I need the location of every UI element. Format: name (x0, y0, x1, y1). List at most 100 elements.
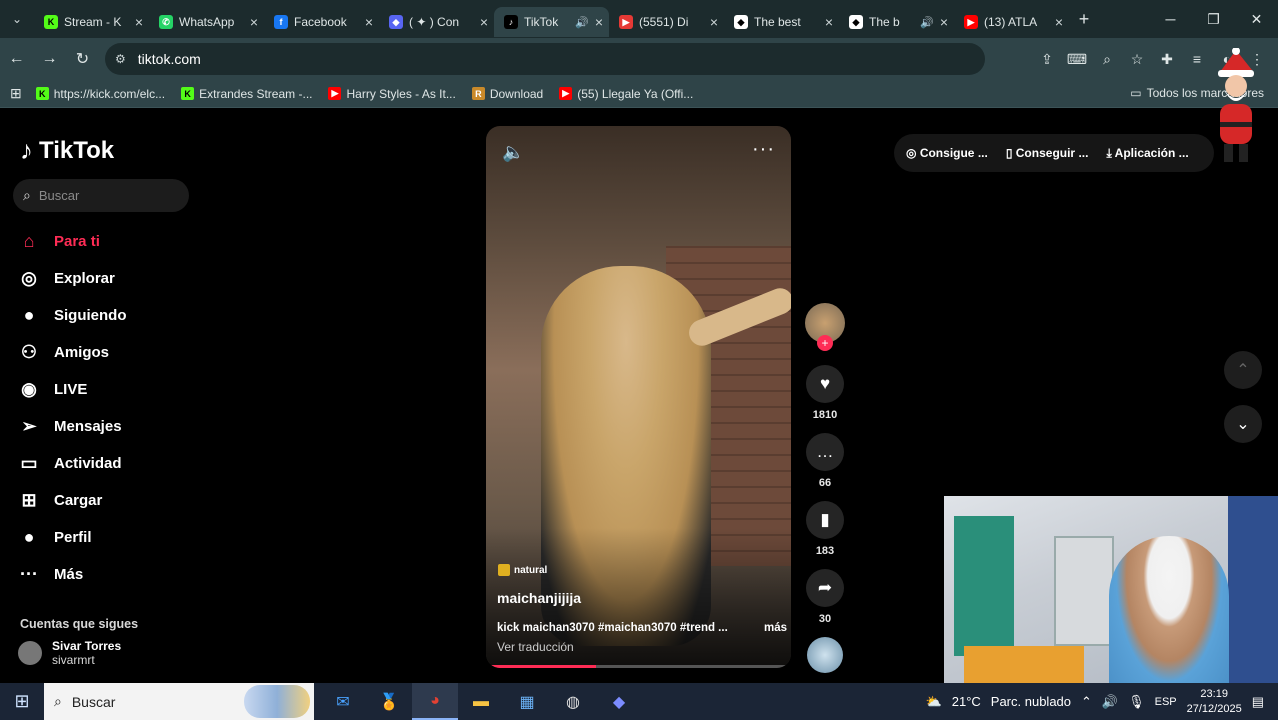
badge-app-icon[interactable]: 🏅 (366, 683, 412, 720)
sidebar-item-live[interactable]: ◉ LIVE (18, 371, 208, 408)
bookmark-icon[interactable]: ▮ (806, 501, 844, 539)
comment-icon[interactable]: … (806, 433, 844, 471)
url-text[interactable]: tiktok.com (138, 51, 201, 67)
video-tag[interactable]: natural (498, 564, 547, 576)
next-video-button[interactable]: ⌄ (1224, 405, 1262, 443)
address-bar[interactable]: ⚙ tiktok.com (105, 43, 985, 75)
heart-icon[interactable]: ♥ (806, 365, 844, 403)
discord-app-icon[interactable]: ◆ (596, 683, 642, 720)
video-player[interactable]: 🔈 ··· natural maichanjijija kick maichan… (486, 126, 791, 668)
tab-close-icon[interactable]: × (135, 14, 143, 30)
extensions-icon[interactable]: ✚ (1152, 51, 1182, 68)
sidebar-item-explore[interactable]: ◎ Explorar (18, 260, 208, 297)
tiktok-logo[interactable]: ♪ TikTok (20, 135, 114, 166)
browser-tab[interactable]: ♪ TikTok 🔊 × (494, 7, 609, 37)
tab-close-icon[interactable]: × (1055, 14, 1063, 30)
restore-button[interactable]: ❐ (1192, 0, 1235, 38)
get-app-button[interactable]: ▯ Conseguir ... (1006, 146, 1089, 160)
minimize-button[interactable]: ─ (1149, 0, 1192, 38)
mic-icon[interactable]: 🎙 (1128, 694, 1145, 710)
zoom-icon[interactable]: ⌕ (1092, 51, 1122, 68)
browser-tab[interactable]: ▶ (13) ATLA × (954, 7, 1069, 37)
share-icon[interactable]: ➦ (806, 569, 844, 607)
bookmark-item[interactable]: R Download (471, 87, 543, 101)
tab-close-icon[interactable]: × (480, 14, 488, 30)
forward-button[interactable]: → (33, 50, 66, 68)
clock[interactable]: 23:19 27/12/2025 (1187, 687, 1242, 717)
back-button[interactable]: ← (0, 50, 33, 68)
volume-icon[interactable]: 🔈 (502, 142, 524, 163)
notifications-icon[interactable]: ▤ (1252, 694, 1264, 710)
tab-audio-icon[interactable]: 🔊 (575, 16, 589, 29)
followed-account[interactable]: Sivar Torres sivarmrt (18, 639, 121, 667)
close-window-button[interactable]: ✕ (1235, 0, 1278, 38)
language-indicator[interactable]: ESP (1155, 696, 1177, 708)
new-tab-button[interactable]: + (1069, 9, 1099, 30)
like-action[interactable]: ♥ 1810 (803, 365, 847, 421)
desktop-app-button[interactable]: ⤓ Aplicación ... (1106, 146, 1188, 161)
temperature[interactable]: 21°C (952, 694, 981, 709)
more-link[interactable]: más (764, 622, 787, 634)
obs-icon[interactable]: ◍ (550, 683, 596, 720)
bookmark-star-icon[interactable]: ☆ (1122, 51, 1152, 68)
install-app-icon[interactable]: ⇪ (1032, 51, 1062, 68)
search-input[interactable]: ⌕ Buscar (13, 179, 189, 212)
browser-tab[interactable]: K Stream - K × (34, 7, 149, 37)
sidebar-item-more[interactable]: ··· Más (18, 556, 208, 593)
taskbar-search[interactable]: ⌕ Buscar (44, 683, 314, 720)
sidebar-item-profile[interactable]: ● Perfil (18, 519, 208, 556)
sidebar-item-activity[interactable]: ▭ Actividad (18, 445, 208, 482)
tray-chevron-icon[interactable]: ⌃ (1081, 694, 1092, 710)
tab-audio-icon[interactable]: 🔊 (920, 16, 934, 29)
translate-link[interactable]: Ver traducción (497, 640, 574, 654)
previous-video-button[interactable]: ⌃ (1224, 351, 1262, 389)
more-options-icon[interactable]: ··· (752, 138, 775, 161)
bookmark-item[interactable]: Khttps://kick.com/elc... (35, 87, 165, 101)
weather-icon[interactable]: ⛅ (926, 694, 942, 710)
tab-close-icon[interactable]: × (365, 14, 373, 30)
bookmark-item[interactable]: K Extrandes Stream -... (181, 87, 312, 101)
translate-icon[interactable]: ⌨ (1062, 51, 1092, 68)
store-icon[interactable]: ▦ (504, 683, 550, 720)
webcam-wall (1228, 496, 1278, 684)
tab-search-chevron-icon[interactable]: ⌄ (0, 12, 34, 26)
weather-text[interactable]: Parc. nublado (991, 694, 1071, 709)
follow-plus-icon[interactable]: + (817, 335, 833, 351)
tab-close-icon[interactable]: × (825, 14, 833, 30)
tab-close-icon[interactable]: × (940, 14, 948, 30)
video-progress[interactable] (486, 665, 791, 668)
sidebar-item-upload[interactable]: ⊞ Cargar (18, 482, 208, 519)
apps-grid-icon[interactable]: ⊞ (10, 85, 22, 102)
browser-tab[interactable]: ◆ The best × (724, 7, 839, 37)
tab-close-icon[interactable]: × (250, 14, 258, 30)
share-action[interactable]: ➦ 30 (803, 569, 847, 625)
sidebar-item-for-you[interactable]: ⌂ Para ti (18, 223, 208, 260)
outlook-icon[interactable]: ✉ (320, 683, 366, 720)
bookmark-item[interactable]: ▶ (55) Llegale Ya (Offi... (559, 87, 693, 101)
video-username[interactable]: maichanjijija (497, 590, 581, 606)
sidebar-item-friends[interactable]: ⚇ Amigos (18, 334, 208, 371)
sound-disc-icon[interactable] (807, 637, 843, 673)
clock-time: 23:19 (1200, 687, 1228, 700)
file-explorer-icon[interactable]: ▬ (458, 683, 504, 720)
browser-tab[interactable]: ▶ (5551) Di × (609, 7, 724, 37)
speaker-icon[interactable]: 🔊 (1102, 694, 1118, 710)
bookmark-item[interactable]: ▶ Harry Styles - As It... (328, 87, 456, 101)
browser-tab[interactable]: ◆ The b 🔊 × (839, 7, 954, 37)
more-icon: ··· (20, 564, 38, 584)
start-button[interactable]: ⊞ (0, 691, 44, 712)
sidebar-item-following[interactable]: ● Siguiendo (18, 297, 208, 334)
tab-close-icon[interactable]: × (595, 14, 603, 30)
browser-tab[interactable]: f Facebook × (264, 7, 379, 37)
browser-tab[interactable]: ✆ WhatsApp × (149, 7, 264, 37)
chrome-icon[interactable]: ◕ (412, 683, 458, 720)
creator-avatar[interactable]: + (805, 303, 845, 351)
sidebar-item-messages[interactable]: ➢ Mensajes (18, 408, 208, 445)
save-action[interactable]: ▮ 183 (803, 501, 847, 557)
tab-close-icon[interactable]: × (710, 14, 718, 30)
browser-tab[interactable]: ◆ ( ✦ ) Con × (379, 7, 494, 37)
get-coins-button[interactable]: ◎ Consigue ... (906, 146, 988, 160)
comment-action[interactable]: … 66 (803, 433, 847, 489)
reload-button[interactable]: ↻ (66, 49, 99, 69)
site-info-icon[interactable]: ⚙ (115, 52, 126, 66)
